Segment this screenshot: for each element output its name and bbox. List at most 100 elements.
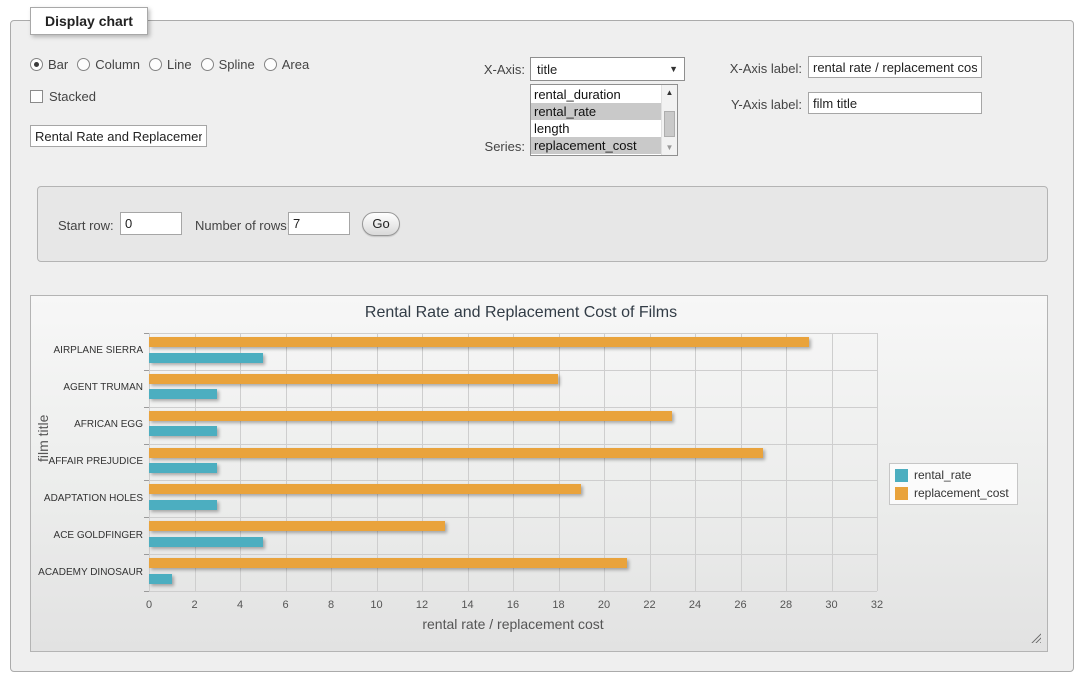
- radio-line-icon[interactable]: [149, 58, 162, 71]
- stacked-label: Stacked: [49, 89, 96, 104]
- category-label: AFFAIR PREJUDICE: [31, 456, 143, 467]
- gridline: [331, 333, 332, 591]
- x-tick-label: 24: [680, 599, 710, 611]
- bar-replacement_cost: [149, 558, 627, 568]
- x-axis-title: rental rate / replacement cost: [149, 616, 877, 632]
- x-tick-label: 20: [589, 599, 619, 611]
- y-axis-tick: [144, 444, 149, 445]
- x-tick-label: 6: [271, 599, 301, 611]
- category-label: ACADEMY DINOSAUR: [31, 567, 143, 578]
- series-option-rental-rate[interactable]: rental_rate: [531, 103, 661, 120]
- radio-bar-label: Bar: [48, 57, 68, 72]
- page: Display chart Bar Column Line Spline Are…: [0, 0, 1081, 681]
- x-axis-select[interactable]: title ▼: [530, 57, 685, 81]
- y-axis-tick: [144, 407, 149, 408]
- bar-replacement_cost: [149, 374, 558, 384]
- resize-handle-icon[interactable]: [1029, 631, 1041, 643]
- gridline: [513, 333, 514, 591]
- bar-rental_rate: [149, 426, 217, 436]
- y-axis-tick: [144, 480, 149, 481]
- gridline: [422, 333, 423, 591]
- x-tick-label: 14: [453, 599, 483, 611]
- legend-label: rental_rate: [914, 468, 971, 482]
- bar-replacement_cost: [149, 448, 763, 458]
- start-row-input[interactable]: [120, 212, 182, 235]
- radio-column-label: Column: [95, 57, 140, 72]
- chart-title: Rental Rate and Replacement Cost of Film…: [31, 304, 1011, 322]
- radio-column-icon[interactable]: [77, 58, 90, 71]
- gridline: [149, 333, 150, 591]
- y-axis-label-input[interactable]: [808, 92, 982, 114]
- bar-replacement_cost: [149, 411, 672, 421]
- gridline: [650, 333, 651, 591]
- scrollbar-thumb[interactable]: [664, 111, 675, 137]
- x-tick-label: 10: [362, 599, 392, 611]
- chart-title-input[interactable]: [30, 125, 207, 147]
- number-of-rows-input[interactable]: [288, 212, 350, 235]
- gridline: [832, 333, 833, 591]
- x-tick-label: 4: [225, 599, 255, 611]
- x-axis-label-label: X-Axis label:: [710, 61, 802, 76]
- y-axis-tick: [144, 517, 149, 518]
- x-axis-select-label: X-Axis:: [430, 62, 525, 77]
- rental-rate-swatch-icon: [895, 469, 908, 482]
- radio-spline[interactable]: Spline: [201, 57, 255, 72]
- radio-line[interactable]: Line: [149, 57, 192, 72]
- category-label: AIRPLANE SIERRA: [31, 345, 143, 356]
- series-scrollbar[interactable]: ▲ ▼: [661, 85, 677, 155]
- x-tick-label: 30: [817, 599, 847, 611]
- radio-area-icon[interactable]: [264, 58, 277, 71]
- series-option-length[interactable]: length: [531, 120, 661, 137]
- x-tick-label: 18: [544, 599, 574, 611]
- radio-bar-icon[interactable]: [30, 58, 43, 71]
- category-label: ACE GOLDFINGER: [31, 530, 143, 541]
- gridline: [149, 517, 877, 518]
- start-row-label: Start row:: [58, 218, 114, 233]
- radio-area-label: Area: [282, 57, 309, 72]
- gridline: [286, 333, 287, 591]
- radio-line-label: Line: [167, 57, 192, 72]
- x-tick-label: 16: [498, 599, 528, 611]
- radio-column[interactable]: Column: [77, 57, 140, 72]
- bar-replacement_cost: [149, 337, 809, 347]
- series-listbox[interactable]: rental_duration rental_rate length repla…: [530, 84, 678, 156]
- x-tick-label: 2: [180, 599, 210, 611]
- gridline: [149, 333, 877, 334]
- gridline: [149, 591, 877, 592]
- replacement-cost-swatch-icon: [895, 487, 908, 500]
- x-tick-label: 32: [862, 599, 892, 611]
- legend-item-replacement-cost: replacement_cost: [895, 486, 1009, 500]
- bar-replacement_cost: [149, 521, 445, 531]
- gridline: [741, 333, 742, 591]
- bar-rental_rate: [149, 353, 263, 363]
- radio-spline-label: Spline: [219, 57, 255, 72]
- series-list-label: Series:: [430, 139, 525, 154]
- gridline: [149, 554, 877, 555]
- x-axis-label-input[interactable]: [808, 56, 982, 78]
- radio-bar[interactable]: Bar: [30, 57, 68, 72]
- x-tick-label: 28: [771, 599, 801, 611]
- stacked-checkbox-row: Stacked: [30, 89, 96, 104]
- x-tick-label: 22: [635, 599, 665, 611]
- go-button[interactable]: Go: [362, 212, 400, 236]
- gridline: [149, 480, 877, 481]
- radio-spline-icon[interactable]: [201, 58, 214, 71]
- gridline: [786, 333, 787, 591]
- x-tick-label: 12: [407, 599, 437, 611]
- stacked-checkbox[interactable]: [30, 90, 43, 103]
- legend-label: replacement_cost: [914, 486, 1009, 500]
- y-axis-tick: [144, 370, 149, 371]
- series-option-rental-duration[interactable]: rental_duration: [531, 86, 661, 103]
- fieldset-legend: Display chart: [30, 7, 148, 35]
- x-tick-label: 8: [316, 599, 346, 611]
- radio-area[interactable]: Area: [264, 57, 309, 72]
- gridline: [149, 444, 877, 445]
- x-axis-selected-value: title: [537, 62, 669, 77]
- scroll-down-icon[interactable]: ▼: [662, 140, 677, 155]
- scroll-up-icon[interactable]: ▲: [662, 85, 677, 100]
- gridline: [240, 333, 241, 591]
- bar-replacement_cost: [149, 484, 581, 494]
- gridline: [604, 333, 605, 591]
- chart-type-radio-group: Bar Column Line Spline Area: [30, 57, 309, 72]
- series-option-replacement-cost[interactable]: replacement_cost: [531, 137, 661, 154]
